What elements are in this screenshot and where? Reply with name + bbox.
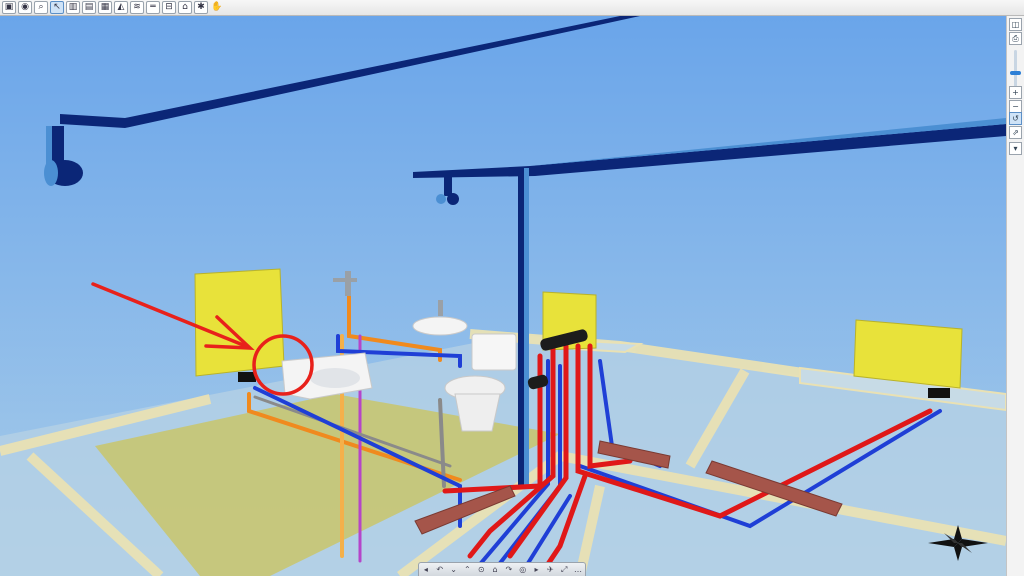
look-icon[interactable]: ◎ — [518, 565, 528, 574]
roof-icon[interactable]: ◭ — [114, 1, 128, 14]
home-view-icon[interactable]: ⌂ — [490, 565, 500, 574]
view-cube-icon[interactable]: ◫ — [1009, 18, 1022, 31]
view-control-panel: ◫ ⎙ + − ↺ ⇗ ▾ — [1006, 16, 1024, 576]
navigation-bar: ◂ ↶ ⌄ ⌃ ⊙ ⌂ ↷ ◎ ▸ ✈ ⤢ … — [418, 562, 586, 576]
fit-icon[interactable]: ⤢ — [559, 565, 569, 575]
floor-plan-icon[interactable]: ▤ — [82, 1, 96, 14]
3d-viewport[interactable] — [0, 16, 1006, 576]
more-icon[interactable]: … — [573, 565, 583, 574]
hand-pan-icon[interactable]: ✋ — [210, 1, 224, 14]
rotate-left-icon[interactable]: ↶ — [435, 565, 445, 574]
duct-icon[interactable]: ⊟ — [162, 1, 176, 14]
layers-icon[interactable]: ≋ — [130, 1, 144, 14]
walk-icon[interactable]: ⇗ — [1009, 126, 1022, 139]
pan-left-icon[interactable]: ◂ — [421, 565, 431, 574]
fixture-icon[interactable]: ⌂ — [178, 1, 192, 14]
tilt-up-icon[interactable]: ⌃ — [462, 565, 472, 574]
section-icon[interactable]: ▦ — [98, 1, 112, 14]
building-icon[interactable]: ▥ — [66, 1, 80, 14]
visibility-icon[interactable]: ▾ — [1009, 142, 1022, 155]
render-icon[interactable]: ◉ — [18, 1, 32, 14]
orbit-icon[interactable]: ↺ — [1009, 112, 1022, 125]
zoom-window-icon[interactable]: ⌕ — [34, 1, 48, 14]
pan-right-icon[interactable]: ▸ — [532, 565, 542, 574]
zoom-icon[interactable]: ⊙ — [476, 565, 486, 574]
settings-icon[interactable]: ✱ — [194, 1, 208, 14]
top-toolbar: ▣ ◉ ⌕ ↖ ▥ ▤ ▦ ◭ ≋ ═ ⊟ ⌂ ✱ ✋ — [0, 0, 1024, 16]
pipe-icon[interactable]: ═ — [146, 1, 160, 14]
view-3d-icon[interactable]: ▣ — [2, 1, 16, 14]
select-pointer-icon[interactable]: ↖ — [50, 1, 64, 14]
rotate-right-icon[interactable]: ↷ — [504, 565, 514, 574]
zoom-slider-thumb[interactable] — [1010, 71, 1021, 75]
zoom-in-icon[interactable]: + — [1009, 86, 1022, 99]
radiator-left — [194, 268, 285, 382]
fly-icon[interactable]: ✈ — [545, 565, 555, 574]
tilt-down-icon[interactable]: ⌄ — [449, 565, 459, 574]
print-icon[interactable]: ⎙ — [1009, 32, 1022, 45]
